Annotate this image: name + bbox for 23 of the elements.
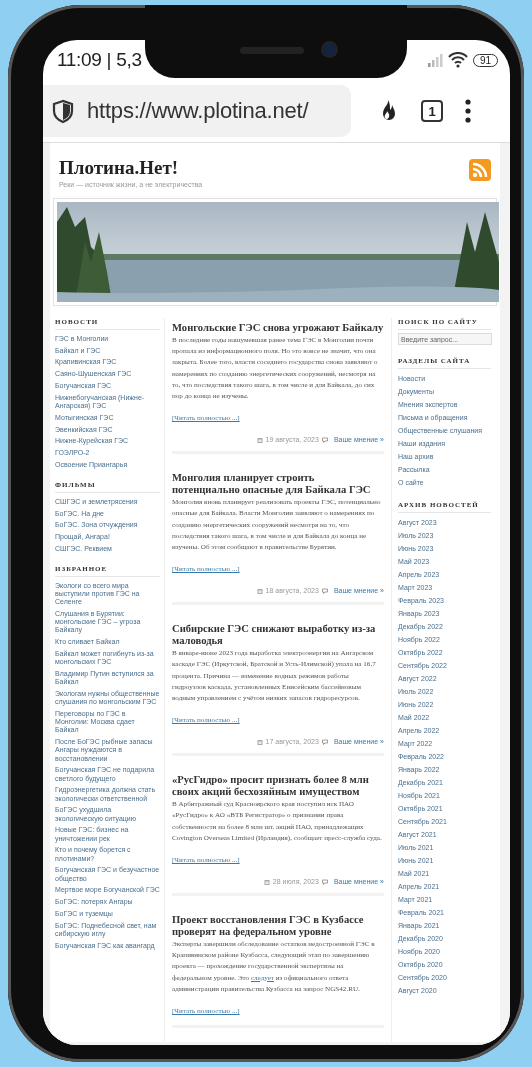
calendar-icon bbox=[256, 738, 263, 745]
article-title[interactable]: «РусГидро» просит признать более 8 млн своих акций бесхозяйным имуществом bbox=[172, 774, 384, 799]
calendar-icon bbox=[263, 878, 270, 885]
article-title[interactable]: Монголия планирует строить потенциально опасные для Байкала ГЭС bbox=[172, 472, 384, 497]
calendar-icon bbox=[256, 587, 263, 594]
camera-icon bbox=[323, 43, 336, 56]
status-time: 11:09 | 5,3 bbox=[57, 49, 142, 71]
wifi-icon bbox=[447, 52, 468, 68]
article-title[interactable]: Проект восстановления ГЭС в Кузбассе проверят на федеральном уровне bbox=[172, 914, 384, 939]
site-title[interactable]: Плотина.Нет! bbox=[59, 157, 203, 179]
comment-icon bbox=[321, 436, 328, 443]
comment-icon bbox=[321, 738, 328, 745]
calendar-icon bbox=[256, 436, 263, 443]
menu-icon[interactable] bbox=[465, 99, 471, 123]
signal-icon bbox=[427, 53, 443, 67]
comment-icon bbox=[321, 587, 328, 594]
comment-icon bbox=[321, 878, 328, 885]
url-text: https://www.plotina.net/ bbox=[87, 98, 309, 124]
article-title[interactable]: Сибирские ГЭС снижают выработку из-за маловодья bbox=[172, 623, 384, 648]
tab-count-button[interactable]: 1 bbox=[421, 100, 443, 122]
shield-icon bbox=[51, 98, 75, 124]
address-bar[interactable]: https://www.plotina.net/ bbox=[43, 85, 351, 137]
article-title[interactable]: Монгольские ГЭС снова угрожают Байкалу bbox=[172, 322, 384, 334]
